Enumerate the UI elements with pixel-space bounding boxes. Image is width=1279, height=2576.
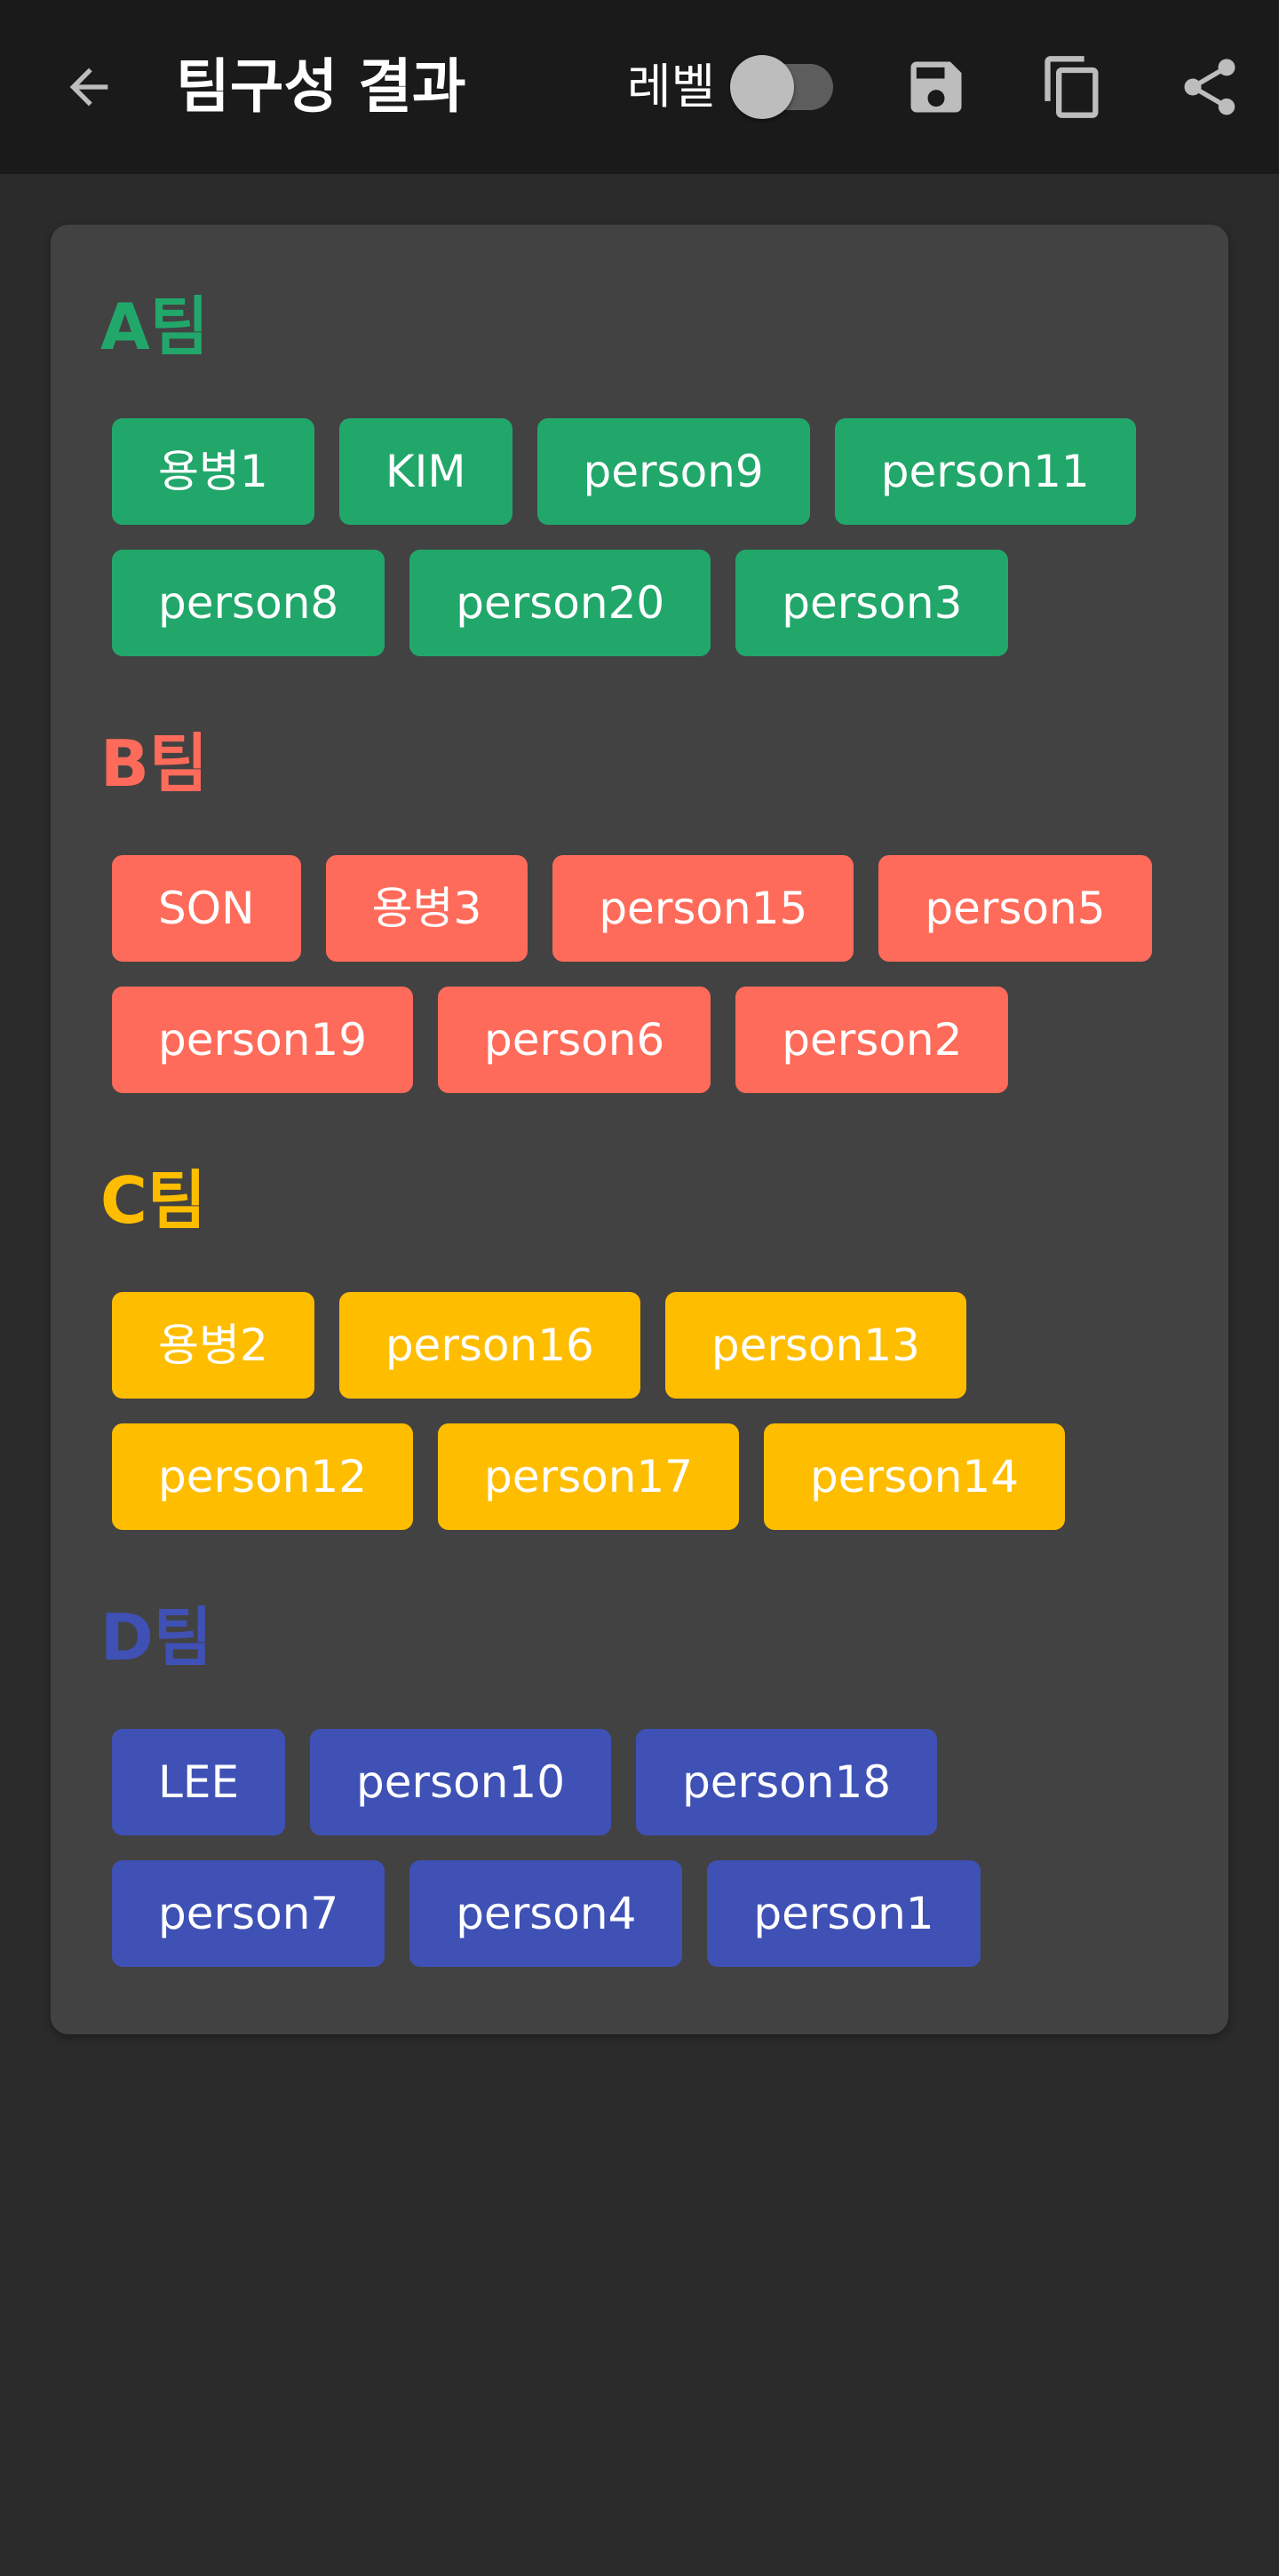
member-chip[interactable]: KIM xyxy=(338,418,512,525)
arrow-left-icon xyxy=(69,67,108,107)
member-chip[interactable]: person3 xyxy=(735,550,1009,656)
app-bar: 팀구성 결과 레벨 xyxy=(0,0,1279,174)
team-title: B팀 xyxy=(100,726,209,801)
member-chip[interactable]: person17 xyxy=(438,1423,740,1530)
member-chip[interactable]: 용병3 xyxy=(325,855,528,962)
copy-icon xyxy=(1045,56,1099,118)
member-chip[interactable]: person7 xyxy=(112,1860,385,1967)
member-chip[interactable]: person10 xyxy=(310,1729,612,1835)
member-chip[interactable]: person14 xyxy=(764,1423,1066,1530)
member-chip[interactable]: person13 xyxy=(664,1292,966,1399)
toggle-thumb xyxy=(730,55,794,119)
member-chip[interactable]: person19 xyxy=(112,987,414,1093)
member-chip-list: 용병2 person16 person13 person12 person17 … xyxy=(112,1292,1196,1530)
level-label: 레벨 xyxy=(627,59,716,115)
member-chip[interactable]: person20 xyxy=(409,550,711,656)
level-toggle[interactable] xyxy=(730,55,835,119)
member-chip[interactable]: person11 xyxy=(834,418,1136,525)
member-chip[interactable]: SON xyxy=(112,855,301,962)
member-chip-list: 용병1 KIM person9 person11 person8 person2… xyxy=(112,418,1196,656)
member-chip[interactable]: LEE xyxy=(112,1729,286,1835)
member-chip[interactable]: person15 xyxy=(552,855,854,962)
member-chip[interactable]: person2 xyxy=(735,987,1009,1093)
back-button[interactable] xyxy=(44,43,133,131)
team-title: D팀 xyxy=(100,1600,213,1675)
team-title: C팀 xyxy=(100,1163,207,1238)
member-chip[interactable]: person12 xyxy=(112,1423,414,1530)
share-button[interactable] xyxy=(1165,43,1254,131)
member-chip[interactable]: 용병1 xyxy=(112,418,314,525)
member-chip[interactable]: 용병2 xyxy=(112,1292,314,1399)
member-chip[interactable]: person5 xyxy=(878,855,1152,962)
member-chip[interactable]: person4 xyxy=(409,1860,683,1967)
page-title: 팀구성 결과 xyxy=(176,52,466,121)
member-chip[interactable]: person18 xyxy=(636,1729,938,1835)
member-chip[interactable]: person16 xyxy=(338,1292,640,1399)
member-chip-list: LEE person10 person18 person7 person4 pe… xyxy=(112,1729,1196,1967)
member-chip-list: SON 용병3 person15 person5 person19 person… xyxy=(112,855,1196,1093)
copy-button[interactable] xyxy=(1029,43,1117,131)
member-chip[interactable]: person9 xyxy=(536,418,810,525)
member-chip[interactable]: person1 xyxy=(707,1860,981,1967)
share-icon xyxy=(1184,59,1235,115)
member-chip[interactable]: person6 xyxy=(438,987,711,1093)
save-button[interactable] xyxy=(892,43,981,131)
member-chip[interactable]: person8 xyxy=(112,550,385,656)
team-title: A팀 xyxy=(100,289,209,364)
floppy-disk-icon xyxy=(910,61,962,113)
team-result-card: A팀 용병1 KIM person9 person11 person8 pers… xyxy=(51,225,1228,2034)
